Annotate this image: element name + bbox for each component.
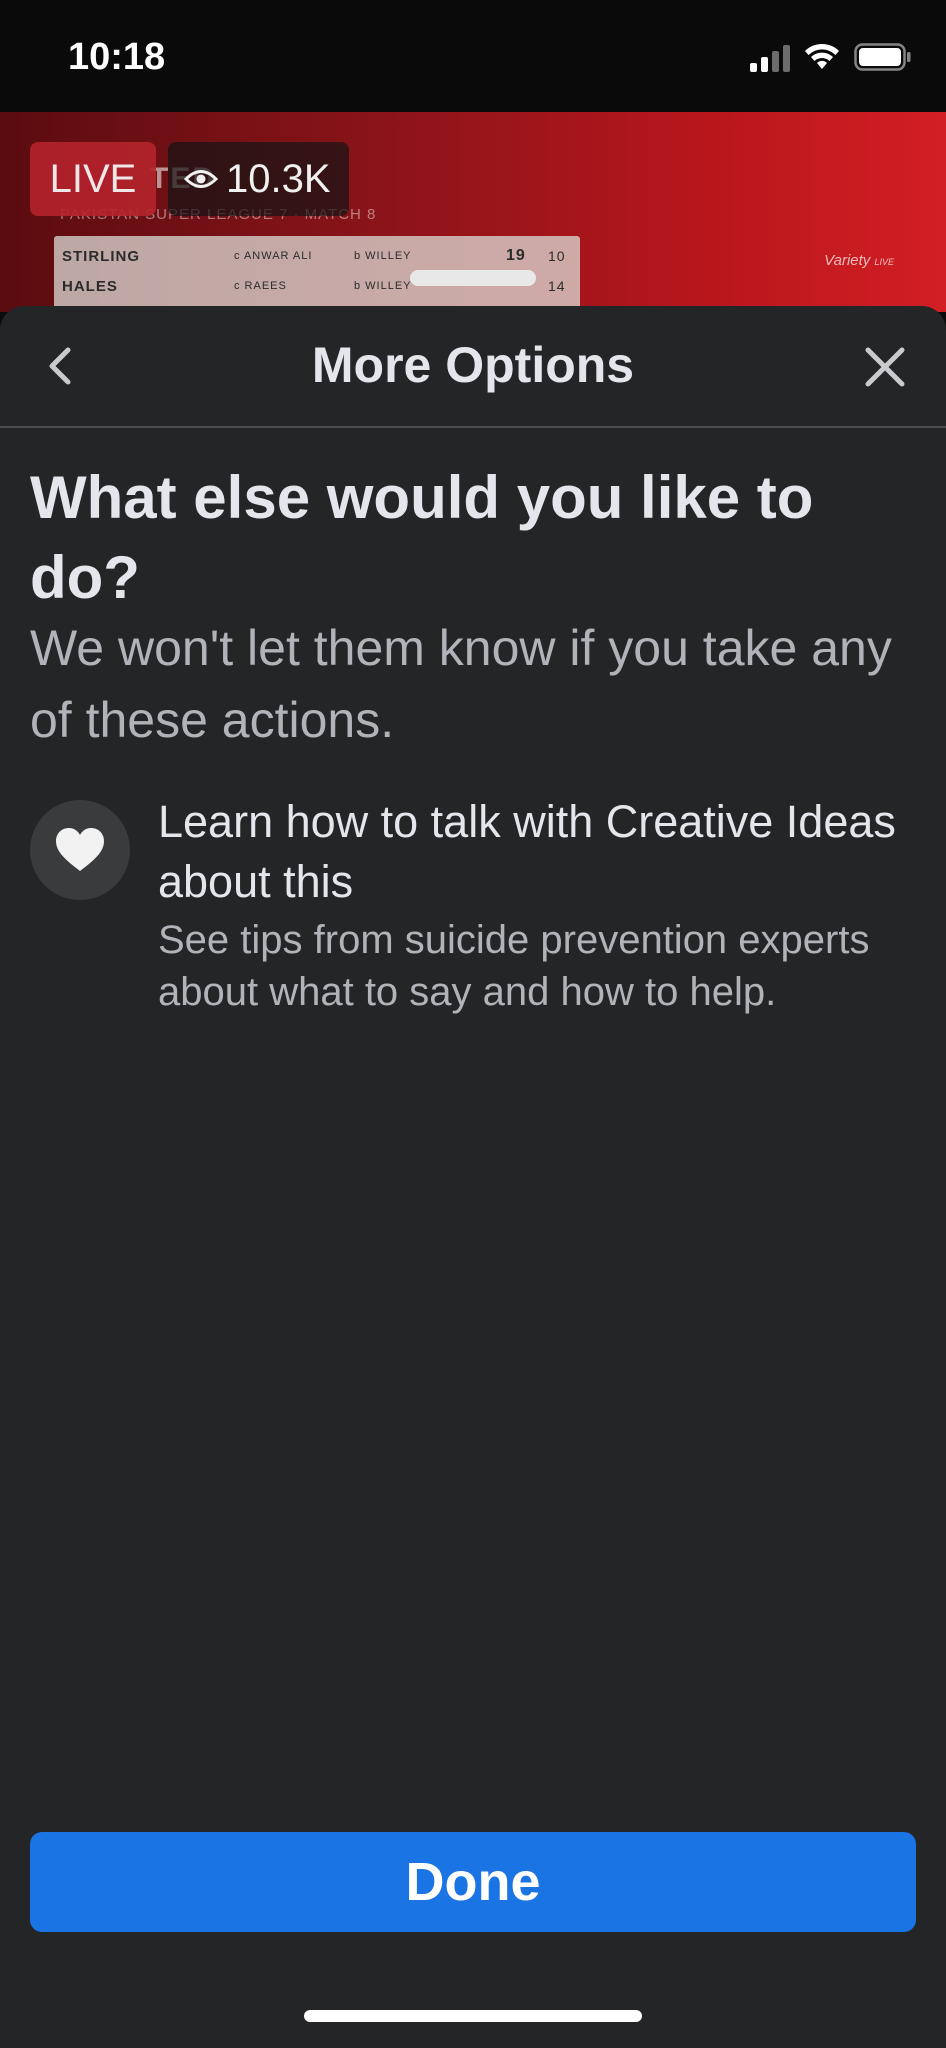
privacy-subtext: We won't let them know if you take any o… xyxy=(30,620,892,748)
close-icon[interactable] xyxy=(860,342,910,392)
dismissal-catch: c ANWAR ALI xyxy=(234,250,313,262)
batter-name: STIRLING xyxy=(62,248,140,265)
broadcaster-watermark: Variety LIVE xyxy=(824,252,894,269)
batter-name: HALES xyxy=(62,278,118,295)
status-icons xyxy=(750,42,912,72)
watermark-text: Variety xyxy=(824,252,871,269)
sheet-title: More Options xyxy=(311,337,635,393)
sheet-grab-handle[interactable] xyxy=(410,270,536,286)
status-bar: 10:18 xyxy=(0,0,946,112)
cellular-signal-icon xyxy=(750,42,790,72)
live-badge: LIVE xyxy=(30,142,156,216)
dismissal-bowler: b WILLEY xyxy=(354,280,412,292)
wifi-icon xyxy=(805,43,839,69)
more-options-sheet: More Options What else would you like to… xyxy=(0,306,946,2048)
scoreboard-row: STIRLING c ANWAR ALI b WILLEY 19 10 xyxy=(54,242,580,272)
heart-icon xyxy=(30,800,130,900)
batter-runs: 19 xyxy=(506,247,526,264)
watermark-small-text: LIVE xyxy=(874,257,894,267)
home-indicator[interactable] xyxy=(304,2010,642,2022)
battery-icon xyxy=(854,43,911,71)
batter-balls: 14 xyxy=(548,278,566,294)
sheet-header: More Options xyxy=(0,306,946,428)
eye-icon xyxy=(184,170,218,188)
option-title: Learn how to talk with Creative Ideas ab… xyxy=(158,796,896,907)
viewer-count-text: 10.3K xyxy=(226,156,331,201)
status-time: 10:18 xyxy=(68,36,166,78)
question-heading: What else would you like to do? xyxy=(30,464,814,611)
viewer-count: 10.3K xyxy=(168,142,349,216)
option-description: See tips from suicide prevention experts… xyxy=(158,918,870,1014)
learn-how-to-talk-option[interactable]: Learn how to talk with Creative Ideas ab… xyxy=(30,792,920,1092)
batter-balls: 10 xyxy=(548,248,566,264)
done-button[interactable]: Done xyxy=(30,1832,916,1932)
dismissal-bowler: b WILLEY xyxy=(354,250,412,262)
dismissal-catch: c RAEES xyxy=(234,280,287,292)
